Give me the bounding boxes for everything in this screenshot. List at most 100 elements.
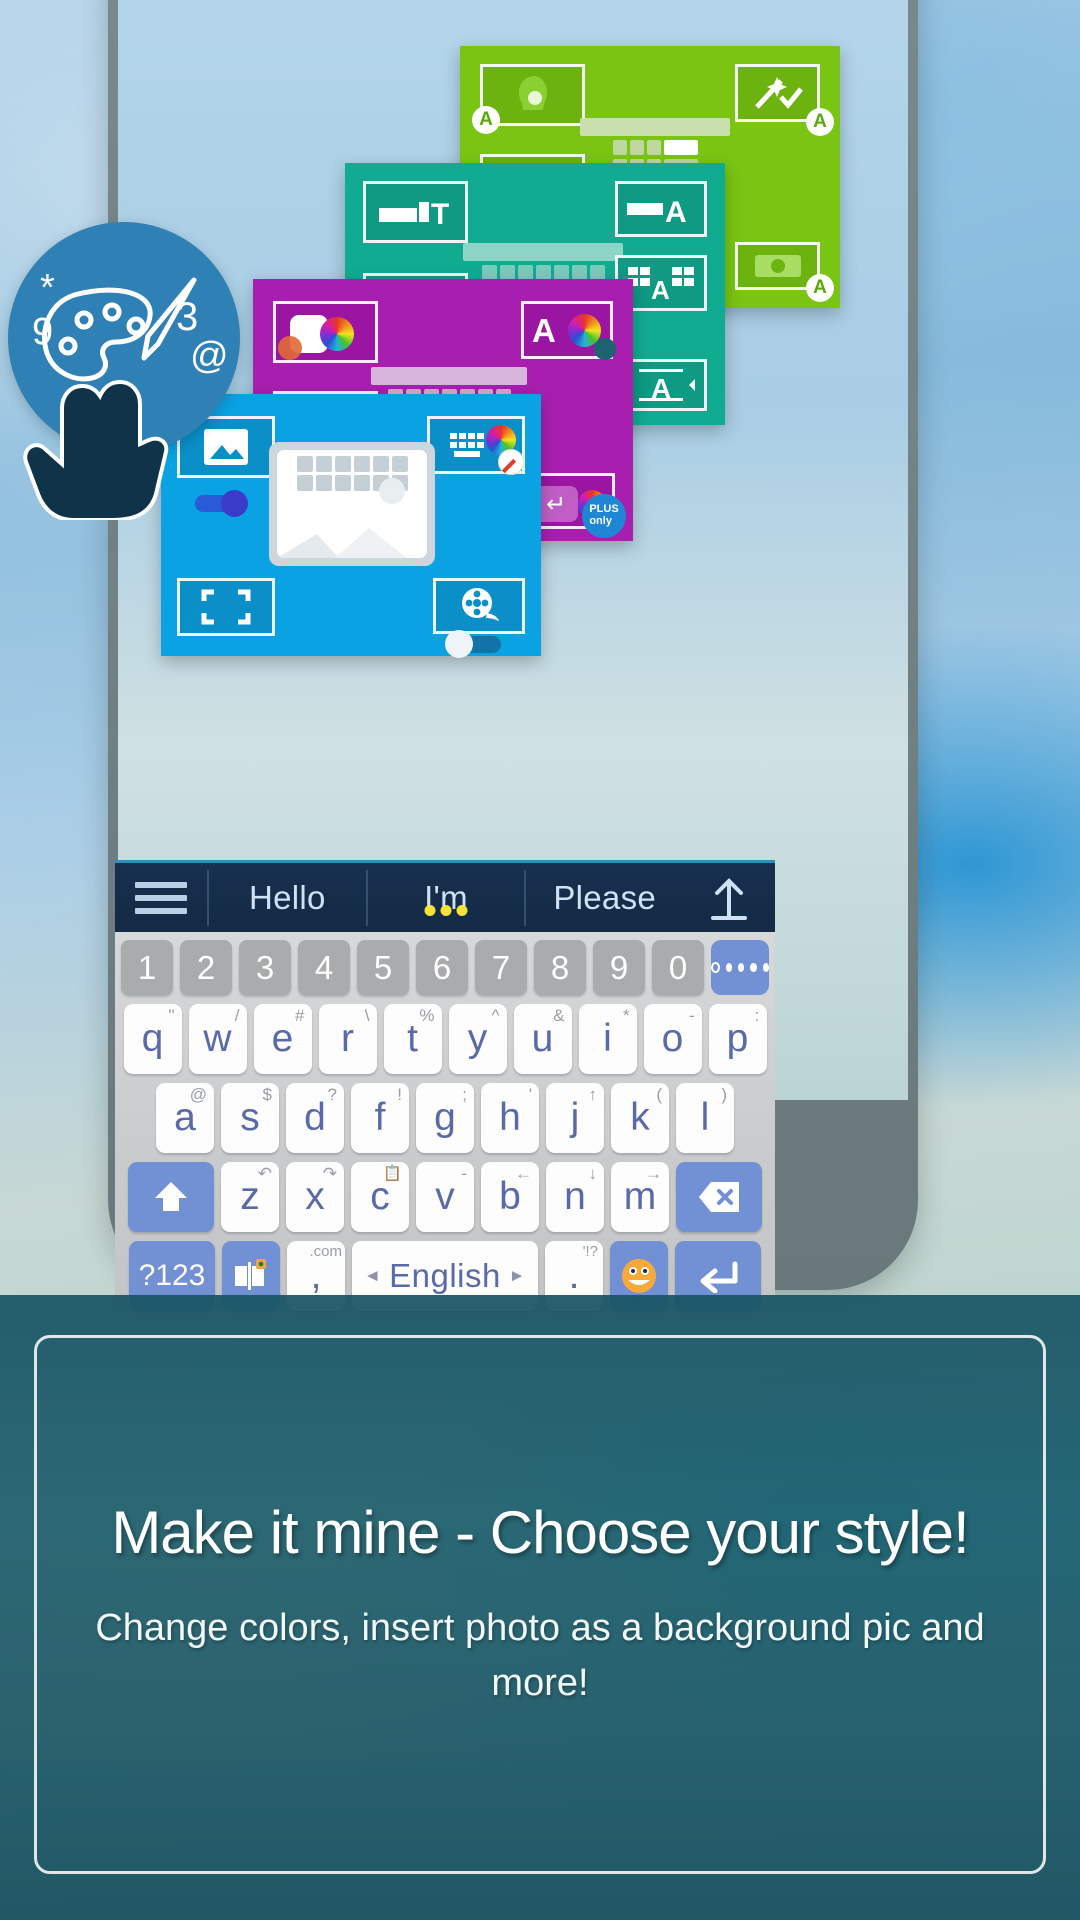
comma-key-alt: .com bbox=[309, 1243, 342, 1260]
text-color-wheel-icon: A bbox=[521, 301, 616, 360]
key-x[interactable]: ↷ x bbox=[286, 1162, 344, 1232]
key-q[interactable]: " q bbox=[123, 1004, 182, 1074]
key-2[interactable]: 2 bbox=[180, 940, 232, 995]
key-u-alt: & bbox=[553, 1006, 565, 1025]
shift-key[interactable] bbox=[128, 1162, 214, 1232]
key-0[interactable]: 0 bbox=[652, 940, 704, 995]
hamburger-icon[interactable] bbox=[115, 881, 207, 914]
key-1[interactable]: 1 bbox=[121, 940, 173, 995]
key-a-alt: @ bbox=[189, 1085, 207, 1104]
key-g[interactable]: ; g bbox=[416, 1083, 474, 1153]
key-v-label: v bbox=[435, 1175, 455, 1218]
toggle-on-blue[interactable] bbox=[195, 490, 251, 517]
key-d[interactable]: ? d bbox=[286, 1083, 344, 1153]
space-arrow-right-icon[interactable]: ► bbox=[509, 1266, 526, 1286]
key-5[interactable]: 5 bbox=[357, 940, 409, 995]
key-r[interactable]: \ r bbox=[318, 1004, 377, 1074]
key-g-label: g bbox=[434, 1096, 456, 1139]
number-row: 1 2 3 4 5 6 7 8 9 0 bbox=[121, 940, 770, 995]
film-reel-icon bbox=[433, 578, 525, 634]
toggle-off-blue[interactable] bbox=[445, 630, 501, 658]
key-b-alt: ← bbox=[515, 1164, 532, 1183]
key-f-label: f bbox=[374, 1096, 386, 1139]
key-9[interactable]: 9 bbox=[593, 940, 645, 995]
key-7[interactable]: 7 bbox=[475, 940, 527, 995]
key-8[interactable]: 8 bbox=[534, 940, 586, 995]
pointing-hand-icon bbox=[16, 370, 176, 522]
key-i[interactable]: * i bbox=[578, 1004, 637, 1074]
key-f[interactable]: ! f bbox=[351, 1083, 409, 1153]
upload-arrow-icon[interactable] bbox=[683, 874, 775, 922]
key-o-alt: - bbox=[688, 1006, 695, 1025]
key-c-alt-clipboard-icon: 📋 bbox=[383, 1165, 402, 1182]
key-n-alt: ↓ bbox=[588, 1164, 598, 1183]
key-n[interactable]: ↓ n bbox=[546, 1162, 604, 1232]
key-j-alt: ↑ bbox=[588, 1085, 598, 1104]
key-l[interactable]: ) l bbox=[676, 1083, 734, 1153]
key-h-label: h bbox=[499, 1096, 521, 1139]
key-w-label: w bbox=[203, 1017, 232, 1060]
key-w[interactable]: / w bbox=[188, 1004, 247, 1074]
key-w-alt: / bbox=[234, 1006, 240, 1025]
key-j-label: j bbox=[570, 1096, 580, 1139]
period-key-alt: '!? bbox=[582, 1243, 598, 1260]
palette-symbol-9: 9 bbox=[32, 311, 53, 353]
suggestion-please[interactable]: Please bbox=[526, 879, 683, 917]
space-arrow-left-icon[interactable]: ◄ bbox=[364, 1266, 381, 1286]
key-r-alt: \ bbox=[364, 1006, 370, 1025]
key-d-label: d bbox=[304, 1096, 326, 1139]
key-o[interactable]: -o bbox=[643, 1004, 702, 1074]
keyboard-preview bbox=[269, 442, 435, 566]
backspace-key[interactable] bbox=[676, 1162, 762, 1232]
palette-symbol-star: * bbox=[40, 267, 55, 309]
caption-title: Make it mine - Choose your style! bbox=[111, 1498, 969, 1566]
suggestion-hello[interactable]: Hello bbox=[209, 879, 366, 917]
key-u[interactable]: & u bbox=[513, 1004, 572, 1074]
key-a[interactable]: @ a bbox=[156, 1083, 214, 1153]
badge-a-3: A bbox=[806, 274, 834, 302]
key-b[interactable]: ← b bbox=[481, 1162, 539, 1232]
more-dots-key[interactable] bbox=[711, 940, 770, 995]
key-z[interactable]: ↶ z bbox=[221, 1162, 279, 1232]
key-n-label: n bbox=[564, 1175, 586, 1218]
key-k[interactable]: (k bbox=[611, 1083, 669, 1153]
key-y-alt: ^ bbox=[491, 1006, 500, 1025]
key-3[interactable]: 3 bbox=[239, 940, 291, 995]
letter-row-1: " q / w # e \ r % t ^ y & u * i -o :p bbox=[121, 1004, 769, 1074]
key-t[interactable]: % t bbox=[383, 1004, 442, 1074]
caption-box: Make it mine - Choose your style! Change… bbox=[34, 1335, 1046, 1874]
letter-row-3: ↶ z ↷ x 📋 c -v ← b ↓ n → m bbox=[121, 1162, 769, 1232]
palette-symbol-at: @ bbox=[190, 335, 229, 377]
key-c[interactable]: 📋 c bbox=[351, 1162, 409, 1232]
key-s[interactable]: $ s bbox=[221, 1083, 279, 1153]
key-j[interactable]: ↑ j bbox=[546, 1083, 604, 1153]
key-4[interactable]: 4 bbox=[298, 940, 350, 995]
magic-wand-check-icon bbox=[735, 64, 820, 122]
key-6[interactable]: 6 bbox=[416, 940, 468, 995]
key-e-alt: # bbox=[295, 1006, 305, 1025]
suggestion-im[interactable]: I'm bbox=[368, 879, 525, 917]
key-t-alt: % bbox=[419, 1006, 435, 1025]
key-u-label: u bbox=[531, 1017, 554, 1060]
key-i-alt: * bbox=[622, 1006, 630, 1025]
comma-key-label: , bbox=[310, 1254, 322, 1297]
key-y[interactable]: ^ y bbox=[448, 1004, 507, 1074]
key-p[interactable]: :p bbox=[708, 1004, 767, 1074]
key-m-alt: → bbox=[645, 1164, 662, 1183]
key-p-label: p bbox=[726, 1017, 749, 1060]
key-l-alt: ) bbox=[721, 1085, 727, 1104]
key-e[interactable]: # e bbox=[253, 1004, 312, 1074]
key-v-alt: - bbox=[461, 1164, 467, 1183]
key-h[interactable]: ' h bbox=[481, 1083, 539, 1153]
key-q-alt: " bbox=[168, 1006, 175, 1025]
key-k-alt: ( bbox=[656, 1085, 662, 1104]
fullscreen-icon bbox=[177, 578, 275, 636]
palette-symbol-3: 3 bbox=[176, 295, 198, 339]
key-v[interactable]: -v bbox=[416, 1162, 474, 1232]
space-key-language: English bbox=[389, 1257, 501, 1294]
plus-only-badge: PLUS only bbox=[582, 494, 626, 538]
key-m[interactable]: → m bbox=[611, 1162, 669, 1232]
key-e-label: e bbox=[271, 1017, 294, 1060]
key-A-icon: A bbox=[615, 181, 707, 237]
key-f-alt: ! bbox=[397, 1085, 402, 1104]
